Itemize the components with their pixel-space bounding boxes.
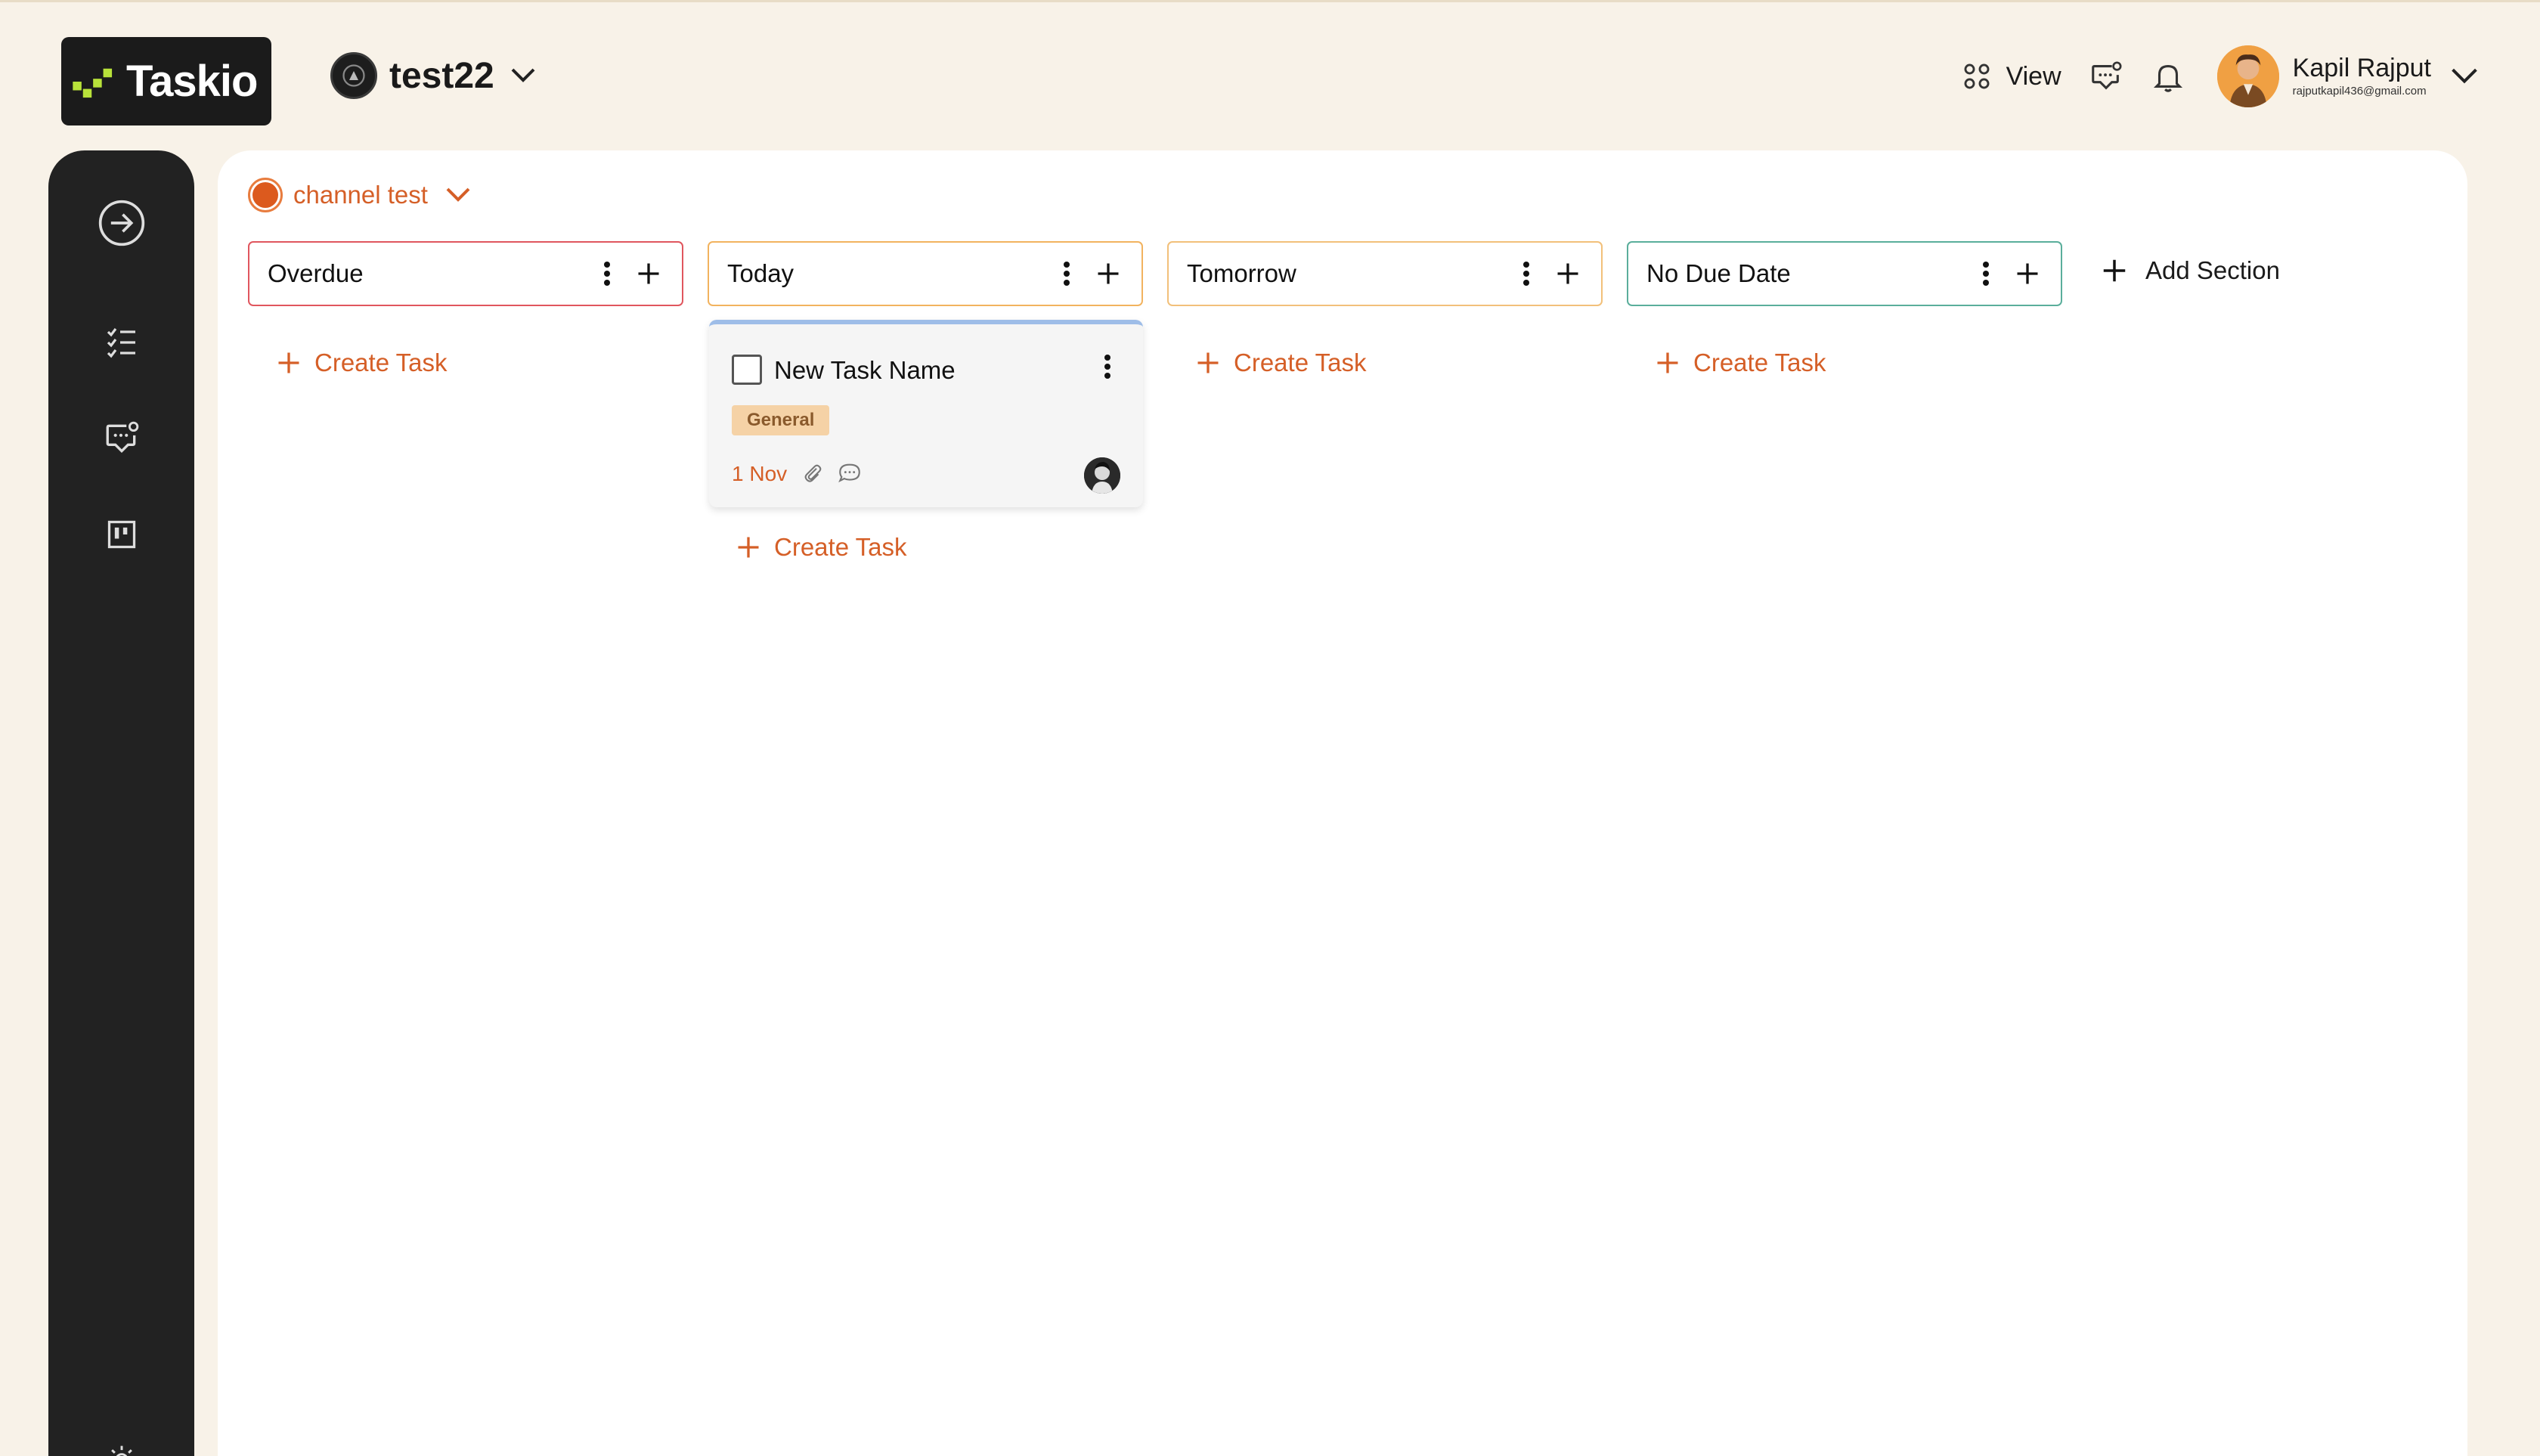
channel-name: channel test [293,181,428,209]
section-title: Tomorrow [1187,259,1296,287]
workspace-avatar [330,52,377,99]
grid-view-icon [1964,64,1990,89]
section-tomorrow: Tomorrow [1167,241,1603,306]
top-border [0,0,2540,2]
board-icon [107,520,135,549]
user-menu-chevron-icon[interactable] [2451,68,2478,85]
expand-sidebar-button[interactable] [96,197,147,249]
plus-icon [1657,352,1678,373]
gear-icon [110,1445,132,1456]
task-card[interactable]: New Task Name General 1 Nov [709,320,1143,507]
create-task-button-overdue[interactable]: Create Task [275,349,447,377]
create-task-button-no-due-date[interactable]: Create Task [1654,349,1826,377]
checklist-icon [107,328,135,358]
task-tag: General [732,405,830,435]
app-logo[interactable]: Taskio [61,37,271,125]
plus-icon[interactable] [1095,260,1122,287]
section-no-due-date: No Due Date [1627,241,2062,306]
create-task-button-today[interactable]: Create Task [735,533,906,562]
task-name: New Task Name [774,356,956,384]
chevron-down-icon [446,187,470,202]
workspace-logo-icon [342,64,365,87]
plus-icon [738,537,759,558]
logo-mark-icon [73,68,113,98]
more-vertical-icon[interactable] [1061,260,1072,287]
chat-icon[interactable] [2089,59,2123,94]
arrow-right-circle-icon [98,200,144,246]
create-task-label: Create Task [1693,349,1826,376]
plus-icon [1197,352,1219,373]
chat-settings-icon [106,421,138,454]
section-today: Today [708,241,1143,306]
user-avatar[interactable] [2216,45,2279,107]
more-vertical-icon[interactable] [1981,260,1991,287]
section-title: Overdue [268,259,364,287]
task-due-date: 1 Nov [732,462,788,485]
view-button[interactable]: View [1962,62,2061,91]
plus-icon [2103,259,2126,282]
sidebar-item-settings[interactable] [105,1443,138,1456]
sidebar [48,150,194,1456]
user-email: rajputkapil436@gmail.com [2292,85,2427,98]
section-title: No Due Date [1646,259,1791,287]
workspace-switcher[interactable]: test22 [330,51,535,101]
more-vertical-icon[interactable] [1102,353,1113,380]
plus-icon[interactable] [635,260,662,287]
create-task-label: Create Task [1234,349,1367,376]
plus-icon[interactable] [2014,260,2041,287]
assignee-avatar-image [1084,457,1120,494]
user-name: Kapil Rajput [2292,54,2431,82]
add-section-button[interactable]: Add Section [2100,256,2280,285]
task-assignee-avatar[interactable] [1084,457,1120,494]
paperclip-icon[interactable] [801,460,824,486]
user-avatar-image [2216,45,2279,107]
board-panel: channel test Overdue Today Tomorrow No D… [218,150,2467,1456]
workspace-name: test22 [389,55,494,96]
channel-color-dot [248,178,283,212]
more-vertical-icon[interactable] [1521,260,1532,287]
section-overdue: Overdue [248,241,683,306]
bell-icon[interactable] [2151,59,2185,94]
section-title: Today [727,259,795,287]
create-task-label: Create Task [774,533,907,561]
create-task-label: Create Task [314,349,448,376]
comment-icon[interactable] [836,460,863,486]
sidebar-item-tasks[interactable] [104,324,140,361]
user-info[interactable]: Kapil Rajput rajputkapil436@gmail.com [2293,54,2431,98]
view-label: View [2006,61,2061,91]
chevron-down-icon [511,68,535,82]
sidebar-item-board[interactable] [105,518,138,551]
create-task-button-tomorrow[interactable]: Create Task [1194,349,1366,377]
plus-icon[interactable] [1554,260,1581,287]
app-name: Taskio [126,57,258,106]
header-actions: View Kapil Rajput rajputkapil436@gmail.c… [1962,44,2478,109]
more-vertical-icon[interactable] [602,260,612,287]
plus-icon [278,352,299,373]
channel-selector[interactable]: channel test [248,178,470,212]
add-section-label: Add Section [2145,256,2280,284]
task-checkbox[interactable] [732,355,762,385]
sidebar-item-chat[interactable] [103,420,141,457]
